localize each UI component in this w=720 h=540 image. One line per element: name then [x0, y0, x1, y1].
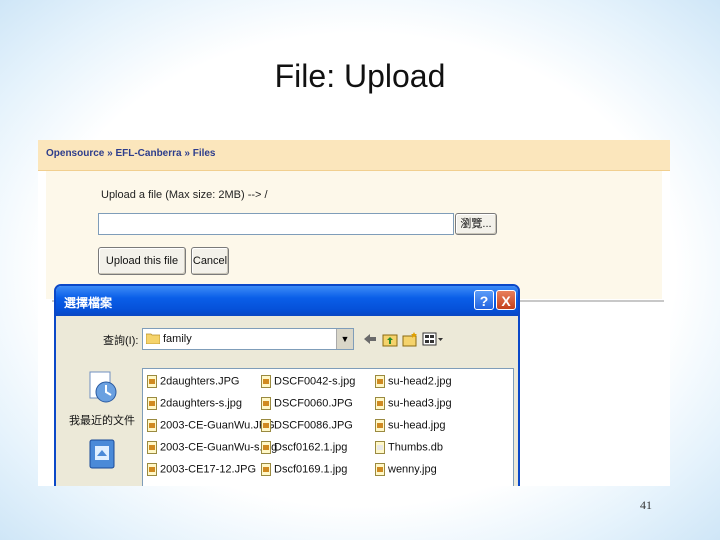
image-file-icon: [261, 441, 271, 454]
file-item[interactable]: 2003-CE-GuanWu.JPG: [147, 419, 275, 437]
dialog-titlebar[interactable]: 選擇檔案 ? X: [56, 286, 518, 316]
image-file-icon: [261, 463, 271, 476]
file-item[interactable]: DSCF0060.JPG: [261, 397, 353, 415]
close-button[interactable]: X: [496, 290, 516, 310]
screenshot-panel: Opensource » EFL-Canberra » Files Upload…: [38, 140, 670, 486]
file-name: su-head3.jpg: [388, 397, 452, 410]
file-item[interactable]: Thumbs.db: [375, 441, 443, 459]
image-file-icon: [375, 375, 385, 388]
image-file-icon: [147, 463, 157, 476]
file-open-dialog: 選擇檔案 ? X 查詢(I): family ▼ 我最近的文件 2daughte…: [54, 284, 520, 486]
places-bar: 我最近的文件: [64, 368, 140, 486]
file-item[interactable]: DSCF0042-s.jpg: [261, 375, 355, 393]
page-number: 41: [640, 498, 652, 512]
image-file-icon: [375, 463, 385, 476]
upload-button[interactable]: Upload this file: [98, 247, 186, 275]
file-name: Thumbs.db: [388, 441, 444, 454]
file-name: 2003-CE17-12.JPG: [160, 463, 256, 476]
breadcrumb[interactable]: Opensource » EFL-Canberra » Files: [46, 148, 216, 159]
file-name: DSCF0086.JPG: [274, 419, 353, 432]
file-item[interactable]: Dscf0169.1.jpg: [261, 463, 347, 481]
folder-icon: [146, 333, 160, 344]
slide-title: File: Upload: [274, 58, 446, 94]
file-name: Dscf0169.1.jpg: [274, 463, 348, 476]
browse-button[interactable]: 瀏覽...: [455, 213, 497, 235]
file-item[interactable]: DSCF0086.JPG: [261, 419, 353, 437]
image-file-icon: [147, 419, 157, 432]
place-label-recent[interactable]: 我最近的文件: [64, 412, 140, 428]
file-item[interactable]: 2daughters-s.jpg: [147, 397, 242, 415]
up-folder-icon[interactable]: [382, 331, 398, 347]
upload-label: Upload a file (Max size: 2MB) --> /: [101, 189, 268, 201]
image-file-icon: [147, 375, 157, 388]
new-folder-icon[interactable]: [402, 331, 418, 347]
file-name: su-head.jpg: [388, 419, 446, 432]
help-button[interactable]: ?: [474, 290, 494, 310]
file-item[interactable]: 2003-CE-GuanWu-s.jpg: [147, 441, 277, 459]
file-name: 2003-CE-GuanWu-s.jpg: [160, 441, 278, 454]
image-file-icon: [147, 397, 157, 410]
file-item[interactable]: su-head3.jpg: [375, 397, 452, 415]
image-file-icon: [375, 397, 385, 410]
file-item[interactable]: Dscf0162.1.jpg: [261, 441, 347, 459]
dialog-title: 選擇檔案: [64, 296, 113, 310]
file-item[interactable]: wenny.jpg: [375, 463, 437, 481]
breadcrumb-bar: Opensource » EFL-Canberra » Files: [38, 140, 670, 171]
look-in-value: family: [163, 333, 192, 345]
file-name: su-head2.jpg: [388, 375, 452, 388]
recent-documents-icon[interactable]: [86, 370, 118, 404]
file-item[interactable]: su-head2.jpg: [375, 375, 452, 393]
upload-form: Upload a file (Max size: 2MB) --> / 瀏覽..…: [46, 171, 662, 299]
view-menu-icon[interactable]: [422, 331, 444, 347]
file-name: DSCF0060.JPG: [274, 397, 353, 410]
file-item[interactable]: 2003-CE17-12.JPG: [147, 463, 256, 481]
document-file-icon: [375, 441, 385, 454]
chevron-down-icon[interactable]: ▼: [336, 329, 353, 349]
cancel-button[interactable]: Cancel: [191, 247, 229, 275]
file-name: Dscf0162.1.jpg: [274, 441, 348, 454]
image-file-icon: [261, 375, 271, 388]
file-list: 2daughters.JPG 2daughters-s.jpg 2003-CE-Gu…: [142, 368, 514, 486]
image-file-icon: [261, 419, 271, 432]
back-arrow-icon[interactable]: [362, 331, 378, 347]
desktop-icon[interactable]: [88, 438, 118, 472]
file-name: DSCF0042-s.jpg: [274, 375, 356, 388]
file-name: 2daughters-s.jpg: [160, 397, 242, 410]
image-file-icon: [261, 397, 271, 410]
look-in-combo[interactable]: family ▼: [142, 328, 354, 350]
image-file-icon: [375, 419, 385, 432]
file-item[interactable]: su-head.jpg: [375, 419, 446, 437]
file-name: 2003-CE-GuanWu.JPG: [160, 419, 275, 432]
file-name: 2daughters.JPG: [160, 375, 240, 388]
file-path-input[interactable]: [98, 213, 454, 235]
image-file-icon: [147, 441, 157, 454]
file-item[interactable]: 2daughters.JPG: [147, 375, 240, 393]
file-name: wenny.jpg: [388, 463, 437, 476]
look-in-label: 查詢(I):: [103, 335, 139, 347]
